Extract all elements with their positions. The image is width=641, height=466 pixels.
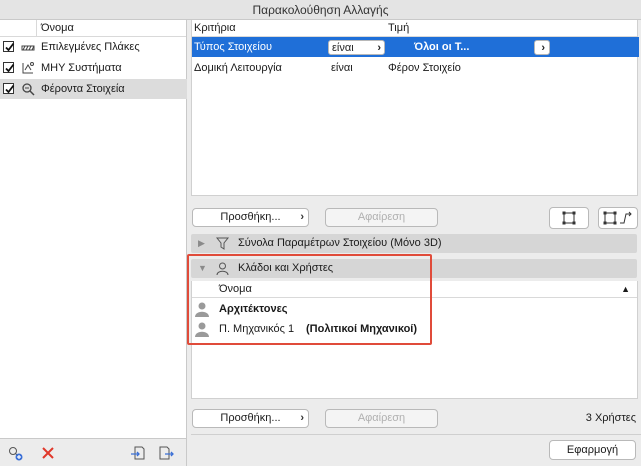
remove-criteria-button[interactable]: Αφαίρεση: [325, 208, 438, 227]
operator-value[interactable]: είναι: [331, 58, 353, 78]
section-title: Σύνολα Παραμέτρων Στοιχείου (Μόνο 3D): [238, 237, 442, 249]
criteria-row-structural-function[interactable]: Δομική Λειτουργία είναι Φέρον Στοιχείο: [192, 58, 639, 78]
disclosure-right-icon[interactable]: ▶: [198, 234, 205, 253]
remove-user-button[interactable]: Αφαίρεση: [325, 409, 438, 428]
mep-icon: [22, 62, 34, 74]
criterion-name: Δομική Λειτουργία: [194, 62, 282, 74]
export-icon[interactable]: [158, 445, 174, 461]
tracking-list: Όνομα Επιλεγμένες Πλάκες ΜΗΥ Συστήματα Φ…: [0, 20, 187, 438]
column-divider: [36, 20, 37, 36]
highlight-frame: [187, 254, 432, 345]
footer-divider: [191, 434, 641, 435]
frame-icon: [562, 211, 576, 225]
add-criteria-button[interactable]: Προσθήκη... ›: [192, 208, 309, 227]
chevron-right-icon: ›: [300, 412, 304, 424]
list-toolbar: [0, 438, 187, 466]
criteria-header: Κριτήρια Τιμή: [192, 20, 637, 37]
chevron-right-icon: ›: [300, 211, 304, 223]
user-count: 3 Χρήστες: [585, 412, 636, 424]
checkbox[interactable]: [3, 41, 15, 52]
checkbox[interactable]: [3, 83, 15, 94]
add-user-button[interactable]: Προσθήκη... ›: [192, 409, 309, 428]
value-dropdown[interactable]: ›: [534, 40, 550, 55]
slab-icon: [21, 45, 35, 51]
criterion-name: Τύπος Στοιχείου: [194, 41, 272, 53]
list-item-mep-systems[interactable]: ΜΗΥ Συστήματα: [0, 58, 187, 78]
operator-dropdown[interactable]: είναι ›: [328, 40, 385, 55]
name-column-header[interactable]: Όνομα: [41, 20, 74, 36]
frame-arrow-icon: [603, 211, 632, 225]
import-icon[interactable]: [130, 445, 146, 461]
list-item-label: ΜΗΥ Συστήματα: [41, 62, 122, 74]
select-and-apply-button[interactable]: [598, 207, 638, 229]
filter-icon: [215, 237, 230, 250]
add-criteria-set-icon[interactable]: [7, 445, 23, 461]
checkbox[interactable]: [3, 62, 15, 73]
param-sets-section-header[interactable]: ▶ Σύνολα Παραμέτρων Στοιχείου (Μόνο 3D): [191, 234, 637, 253]
criteria-table: Κριτήρια Τιμή Τύπος Στοιχείου είναι › Όλο…: [191, 20, 639, 196]
delete-icon[interactable]: [40, 445, 56, 461]
criteria-column-header[interactable]: Κριτήρια: [194, 20, 236, 36]
list-item-structural-elements[interactable]: Φέροντα Στοιχεία: [0, 79, 187, 99]
chevron-right-icon: ›: [541, 42, 545, 54]
sort-ascending-icon[interactable]: ▲: [621, 281, 630, 297]
list-item-label: Φέροντα Στοιχεία: [41, 83, 125, 95]
structural-icon: [22, 83, 35, 96]
apply-button[interactable]: Εφαρμογή: [549, 440, 636, 460]
select-all-button[interactable]: [549, 207, 589, 229]
criterion-value[interactable]: Φέρον Στοιχείο: [388, 58, 461, 78]
criteria-row-element-type[interactable]: Τύπος Στοιχείου είναι › Όλοι οι Τ... ›: [192, 37, 639, 57]
list-item-label: Επιλεγμένες Πλάκες: [41, 41, 140, 53]
window-title: Παρακολούθηση Αλλαγής: [0, 0, 641, 20]
chevron-right-icon: ›: [377, 42, 381, 54]
value-column-header[interactable]: Τιμή: [388, 20, 409, 36]
list-item-selected-slabs[interactable]: Επιλεγμένες Πλάκες: [0, 37, 187, 57]
criterion-value[interactable]: Όλοι οι Τ...: [414, 37, 469, 57]
list-header: Όνομα: [0, 20, 186, 37]
